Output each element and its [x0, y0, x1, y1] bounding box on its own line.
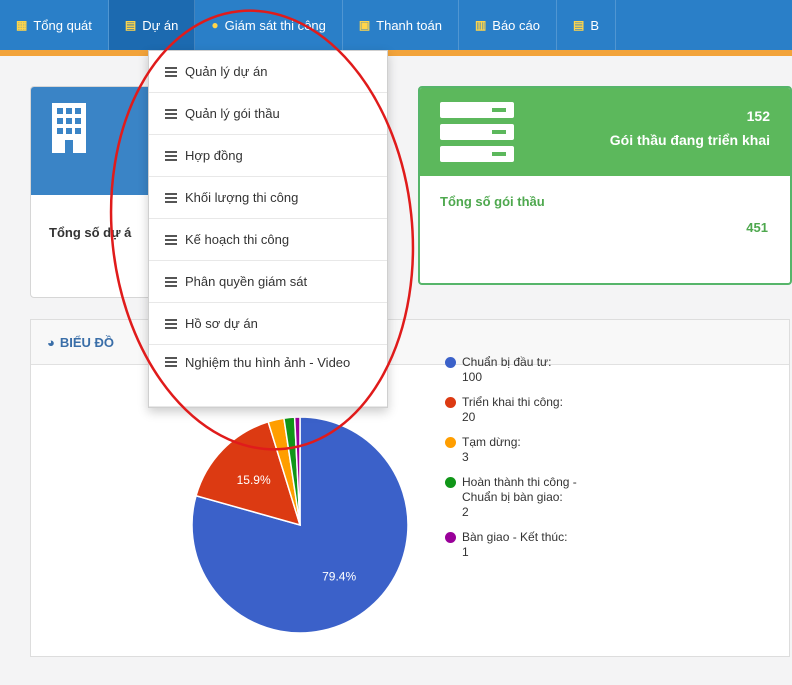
dropdown-item-3[interactable]: Hợp đồng [149, 135, 387, 177]
legend-label: Tạm dừng: 3 [462, 435, 521, 465]
dropdown-item-label: Quản lý gói thầu [185, 106, 280, 121]
menu-lines-icon [165, 107, 177, 121]
menu-lines-icon [165, 275, 177, 289]
legend-color-dot [445, 477, 456, 488]
legend-item-1[interactable]: Chuẩn bị đầu tư: 100 [445, 355, 615, 385]
legend-item-4[interactable]: Hoàn thành thi công - Chuẩn bị bàn giao:… [445, 475, 615, 520]
du-an-dropdown-menu: Quản lý dự án Quản lý gói thầu Hợp đồng Khố… [148, 50, 388, 408]
dropdown-item-label: Khối lượng thi công [185, 190, 299, 205]
dropdown-item-label: Quản lý dự án [185, 64, 268, 79]
legend-item-5[interactable]: Bàn giao - Kết thúc: 1 [445, 530, 615, 560]
legend-label-text: Triển khai thi công: [462, 395, 563, 409]
legend-item-3[interactable]: Tạm dừng: 3 [445, 435, 615, 465]
legend-label-text: Bàn giao - Kết thúc: [462, 530, 568, 544]
pie-slice-percent-label: 79.4% [322, 570, 356, 584]
dropdown-item-2[interactable]: Quản lý gói thầu [149, 93, 387, 135]
chart-legend: Chuẩn bị đầu tư: 100 Triển khai thi công: 2… [445, 355, 615, 570]
legend-label: Hoàn thành thi công - Chuẩn bị bàn giao:… [462, 475, 615, 520]
legend-value: 100 [462, 370, 483, 384]
legend-color-dot [445, 397, 456, 408]
dropdown-item-label: Nghiệm thu hình ảnh - Video [185, 355, 351, 370]
legend-label-text: Chuẩn bị đầu tư: [462, 355, 552, 369]
menu-lines-icon [165, 191, 177, 205]
legend-value: 1 [462, 545, 469, 559]
legend-color-dot [445, 532, 456, 543]
dropdown-item-label: Hợp đồng [185, 148, 243, 163]
legend-value: 20 [462, 410, 476, 424]
dropdown-item-label: Kế hoạch thi công [185, 232, 290, 247]
menu-lines-icon [165, 149, 177, 163]
menu-lines-icon [165, 355, 177, 369]
legend-label: Triển khai thi công: 20 [462, 395, 563, 425]
dropdown-item-4[interactable]: Khối lượng thi công [149, 177, 387, 219]
legend-color-dot [445, 437, 456, 448]
legend-label-text: Tạm dừng: [462, 435, 521, 449]
legend-color-dot [445, 357, 456, 368]
dropdown-item-6[interactable]: Phân quyền giám sát [149, 261, 387, 303]
legend-value: 3 [462, 450, 469, 464]
legend-label: Chuẩn bị đầu tư: 100 [462, 355, 551, 385]
legend-label-text: Hoàn thành thi công - Chuẩn bị bàn giao: [462, 475, 577, 504]
dropdown-item-label: Phân quyền giám sát [185, 274, 308, 289]
dropdown-item-8[interactable]: Nghiệm thu hình ảnh - Video [149, 345, 387, 407]
dropdown-item-1[interactable]: Quản lý dự án [149, 51, 387, 93]
pie-slice-percent-label: 15.9% [237, 473, 271, 487]
dropdown-item-label: Hồ sơ dự án [185, 316, 258, 331]
menu-lines-icon [165, 65, 177, 79]
dropdown-item-5[interactable]: Kế hoạch thi công [149, 219, 387, 261]
legend-value: 2 [462, 505, 469, 519]
dropdown-item-7[interactable]: Hồ sơ dự án [149, 303, 387, 345]
legend-label: Bàn giao - Kết thúc: 1 [462, 530, 567, 560]
menu-lines-icon [165, 317, 177, 331]
menu-lines-icon [165, 233, 177, 247]
pie-chart: 79.4% 15.9% [191, 416, 409, 634]
legend-item-2[interactable]: Triển khai thi công: 20 [445, 395, 615, 425]
